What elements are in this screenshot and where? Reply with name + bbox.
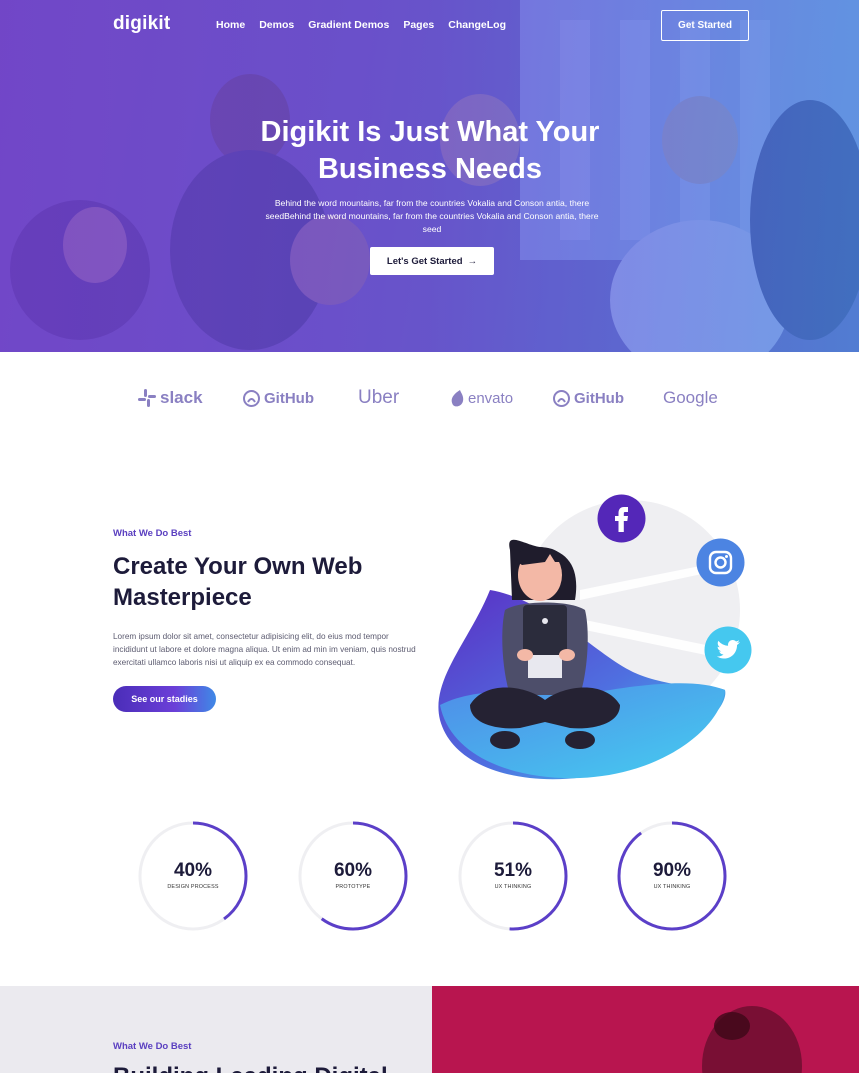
nav-link-home[interactable]: Home xyxy=(216,19,245,31)
section-title-line2: Masterpiece xyxy=(113,584,252,611)
nav-link-changelog[interactable]: ChangeLog xyxy=(448,19,506,31)
nav-link-demos[interactable]: Demos xyxy=(259,19,294,31)
brand-label-slack: slack xyxy=(160,388,203,407)
stat-value: 40% xyxy=(173,860,213,881)
facebook-icon[interactable] xyxy=(597,494,646,543)
brand-github-1: GitHub xyxy=(243,386,314,410)
top-navigation: digikit Home Demos Gradient Demos Pages … xyxy=(0,0,859,52)
stat-value: 60% xyxy=(333,860,373,881)
get-started-button[interactable]: Get Started xyxy=(661,10,749,41)
brand-envato: envato xyxy=(450,386,513,410)
stat-ux-thinking-1: 51% UX THINKING xyxy=(457,820,569,932)
nav-links: Home Demos Gradient Demos Pages ChangeLo… xyxy=(216,19,506,31)
lets-get-started-button[interactable]: Let's Get Started → xyxy=(370,247,494,275)
stat-label: UX THINKING xyxy=(653,884,691,890)
section-body: Lorem ipsum dolor sit amet, consectetur … xyxy=(113,632,416,667)
brand-google: Google xyxy=(663,386,718,410)
bottom-section-left xyxy=(0,986,432,1073)
nav-link-pages[interactable]: Pages xyxy=(403,19,434,31)
hero-title-line1: Digikit Is Just What Your xyxy=(260,116,600,148)
hero-subtitle: Behind the word mountains, far from the … xyxy=(265,198,599,234)
stat-label: DESIGN PROCESS xyxy=(167,884,219,890)
stat-value: 51% xyxy=(493,860,533,881)
stat-design-process: 40% DESIGN PROCESS xyxy=(137,820,249,932)
slack-icon xyxy=(138,389,156,407)
bottom-eyebrow: What We Do Best xyxy=(113,1041,192,1052)
stat-label: PROTOTYPE xyxy=(335,884,371,890)
github-icon xyxy=(553,389,570,407)
brand-slack: slack xyxy=(138,386,203,410)
section-title: Create Your Own Web Masterpiece xyxy=(113,551,433,613)
arrow-right-icon: → xyxy=(467,255,478,267)
logo[interactable]: digikit xyxy=(113,13,170,35)
brand-label-uber: Uber xyxy=(358,387,400,408)
brand-uber: Uber xyxy=(358,386,399,410)
hero-title: Digikit Is Just What Your Business Needs xyxy=(180,114,680,188)
nav-link-gradient-demos[interactable]: Gradient Demos xyxy=(308,19,389,31)
envato-leaf-icon xyxy=(451,389,464,406)
stat-ux-thinking-2: 90% UX THINKING xyxy=(616,820,728,932)
stat-prototype: 60% PROTOTYPE xyxy=(297,820,409,932)
brand-label-google: Google xyxy=(663,388,718,407)
bottom-title: Building Leading Digital xyxy=(113,1063,388,1073)
hero-title-line2: Business Needs xyxy=(317,153,543,185)
section-title-line1: Create Your Own Web xyxy=(113,553,363,580)
see-our-studies-button[interactable]: See our stadies xyxy=(113,686,216,712)
brand-logos-strip: slack GitHub Uber envato GitHub Google xyxy=(0,352,859,442)
brand-label-github-2: GitHub xyxy=(574,389,624,407)
brand-github-2: GitHub xyxy=(553,386,624,410)
hero-section: digikit Home Demos Gradient Demos Pages … xyxy=(0,0,859,352)
stat-label: UX THINKING xyxy=(494,884,532,890)
bottom-section-image xyxy=(432,986,859,1073)
hero-button-label: Let's Get Started xyxy=(386,255,463,267)
twitter-icon[interactable] xyxy=(704,626,752,674)
github-icon xyxy=(243,389,260,407)
brand-label-envato: envato xyxy=(468,389,514,407)
brand-label-github-1: GitHub xyxy=(264,389,314,407)
stat-value: 90% xyxy=(652,860,692,881)
instagram-icon[interactable] xyxy=(696,538,745,587)
section-eyebrow: What We Do Best xyxy=(113,528,192,539)
person-silhouette-photo xyxy=(702,1006,802,1073)
